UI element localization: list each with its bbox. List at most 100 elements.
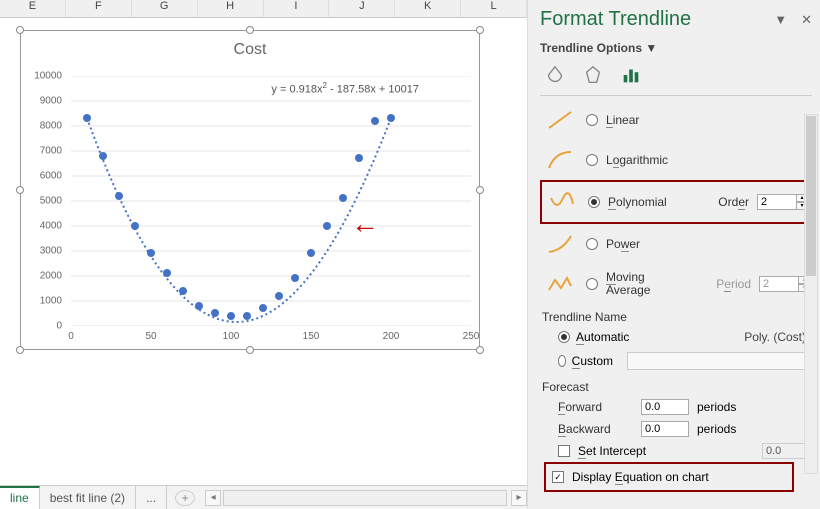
data-point	[83, 114, 91, 122]
resize-handle[interactable]	[246, 346, 254, 354]
resize-handle[interactable]	[476, 346, 484, 354]
chart-plot-area[interactable]: ←	[71, 76, 471, 326]
col-header[interactable]: G	[132, 0, 198, 17]
trendline	[87, 118, 391, 322]
backward-input[interactable]	[641, 421, 689, 437]
display-equation-checkbox[interactable]: ✓	[552, 471, 564, 483]
forward-label: Forward	[558, 400, 633, 414]
resize-handle[interactable]	[476, 26, 484, 34]
col-header[interactable]: I	[264, 0, 330, 17]
mavg-icon	[545, 272, 575, 296]
display-equation-row[interactable]: ✓ Display Equation on chart	[544, 462, 794, 492]
data-point	[339, 194, 347, 202]
data-point	[227, 312, 235, 320]
radio-custom-name[interactable]	[558, 355, 566, 367]
radio-polynomial[interactable]	[588, 196, 600, 208]
poly-icon	[547, 190, 577, 214]
period-input	[759, 276, 799, 292]
effects-tab-icon[interactable]	[578, 61, 608, 89]
annotation-arrow-icon: ←	[351, 208, 379, 240]
data-point	[259, 304, 267, 312]
data-point	[371, 117, 379, 125]
radio-linear[interactable]	[586, 114, 598, 126]
auto-name-value: Poly. (Cost)	[744, 330, 810, 344]
set-intercept-input	[762, 443, 810, 459]
format-trendline-panel: Format Trendline ▼ ✕ Trendline Options ▼…	[528, 0, 820, 509]
chart-container[interactable]: Cost y = 0.918x2 - 187.58x + 10017 0 100…	[20, 30, 480, 350]
resize-handle[interactable]	[16, 26, 24, 34]
polynomial-option[interactable]: Polynomial Order ▴▾	[540, 180, 812, 224]
data-point	[387, 114, 395, 122]
panel-dropdown-icon[interactable]: ▼	[774, 12, 787, 28]
sheet-tab[interactable]: best fit line (2)	[40, 486, 136, 509]
data-point	[99, 152, 107, 160]
scroll-left-button[interactable]: ◂	[205, 490, 221, 506]
panel-title: Format Trendline	[540, 8, 691, 31]
scrollbar-thumb[interactable]	[806, 116, 816, 276]
x-axis[interactable]: 0 50 100 150 200 250	[71, 329, 471, 347]
y-axis[interactable]: 0 1000 2000 3000 4000 5000 6000 7000 800…	[21, 76, 66, 326]
data-point	[115, 192, 123, 200]
trendline-options: LLinearinear Logarithmic Polynomial Orde…	[540, 100, 812, 507]
panel-scrollbar[interactable]	[804, 114, 818, 474]
trendline-name-section: Trendline Name	[540, 304, 812, 326]
custom-name-input[interactable]	[627, 352, 810, 370]
col-header[interactable]: J	[329, 0, 395, 17]
order-input[interactable]	[757, 194, 797, 210]
backward-label: Backward	[558, 422, 633, 436]
scroll-right-button[interactable]: ▸	[511, 490, 527, 506]
radio-log[interactable]	[586, 154, 598, 166]
horizontal-scrollbar[interactable]	[223, 490, 507, 506]
logarithmic-option[interactable]: Logarithmic	[540, 140, 812, 180]
col-header[interactable]: F	[66, 0, 132, 17]
radio-auto-name[interactable]	[558, 331, 570, 343]
order-label: Order	[718, 195, 749, 209]
data-point	[243, 312, 251, 320]
log-icon	[545, 148, 575, 172]
col-header[interactable]: H	[198, 0, 264, 17]
custom-name-row[interactable]: Custom	[540, 348, 812, 374]
data-point	[307, 249, 315, 257]
set-intercept-row[interactable]: Set Intercept	[540, 440, 812, 462]
power-option[interactable]: Power	[540, 224, 812, 264]
data-point	[131, 222, 139, 230]
forecast-section: Forecast	[540, 374, 812, 396]
resize-handle[interactable]	[246, 26, 254, 34]
options-tab-icon[interactable]	[616, 61, 646, 89]
radio-mavg[interactable]	[586, 278, 598, 290]
forward-unit: periods	[697, 400, 736, 414]
add-sheet-button[interactable]: +	[175, 490, 195, 506]
data-point	[211, 309, 219, 317]
moving-average-option[interactable]: MovingAverage Period ▴▾	[540, 264, 812, 304]
data-point	[147, 249, 155, 257]
sheet-tabs: line best fit line (2) ... + ◂ ▸	[0, 485, 527, 509]
column-headers: E F G H I J K L	[0, 0, 527, 18]
radio-power[interactable]	[586, 238, 598, 250]
set-intercept-checkbox[interactable]	[558, 445, 570, 457]
resize-handle[interactable]	[16, 346, 24, 354]
data-point	[179, 287, 187, 295]
linear-option[interactable]: LLinearinear	[540, 100, 812, 140]
sheet-tab-more[interactable]: ...	[136, 486, 167, 509]
panel-close-icon[interactable]: ✕	[801, 12, 812, 28]
worksheet-area: E F G H I J K L Cost y = 0.918x2 - 187.5…	[0, 0, 528, 509]
linear-icon	[545, 108, 575, 132]
resize-handle[interactable]	[476, 186, 484, 194]
data-point	[323, 222, 331, 230]
sheet-tab-truncated[interactable]: line	[0, 486, 40, 509]
col-header[interactable]: K	[395, 0, 461, 17]
col-header[interactable]: E	[0, 0, 66, 17]
data-point	[291, 274, 299, 282]
data-point	[163, 269, 171, 277]
period-label: Period	[716, 277, 751, 291]
fill-line-tab-icon[interactable]	[540, 61, 570, 89]
chart-title[interactable]: Cost	[21, 31, 479, 59]
col-header[interactable]: L	[461, 0, 527, 17]
backward-unit: periods	[697, 422, 736, 436]
auto-name-row[interactable]: Automatic Poly. (Cost)	[540, 326, 812, 348]
data-point	[275, 292, 283, 300]
forward-input[interactable]	[641, 399, 689, 415]
panel-subhead[interactable]: Trendline Options ▼	[540, 35, 812, 61]
data-point	[195, 302, 203, 310]
data-point	[355, 154, 363, 162]
